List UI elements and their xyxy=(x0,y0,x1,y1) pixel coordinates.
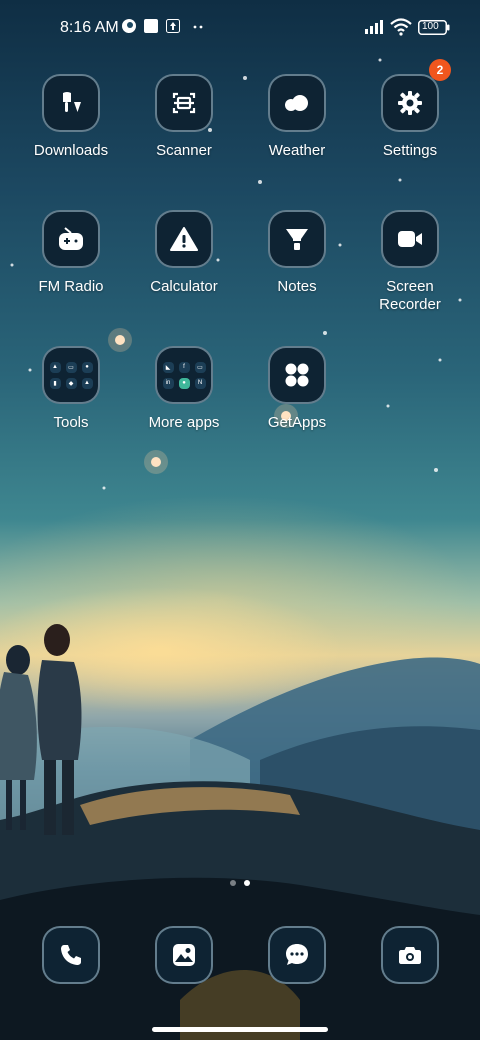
mini-app-icon: ◣ xyxy=(162,361,174,373)
battery-level: 100 xyxy=(422,21,439,32)
download-icon xyxy=(42,74,100,132)
mini-app-icon: ▲ xyxy=(49,361,61,373)
app-downloads[interactable]: Downloads xyxy=(16,74,126,160)
radio-icon xyxy=(42,210,100,268)
phone-icon xyxy=(42,926,100,984)
app-label: Weather xyxy=(268,142,326,159)
battery-icon: 100 xyxy=(418,20,450,40)
folder-icon: ▲ ▭ ● ▮ ◆ ▲ xyxy=(42,346,100,404)
page-dot-active[interactable] xyxy=(244,880,250,886)
clock: 8:16 AM xyxy=(60,19,119,36)
scanner-icon xyxy=(155,74,213,132)
notification-icon xyxy=(122,19,136,38)
app-label: Settings xyxy=(382,142,438,159)
app-calculator[interactable]: Calculator xyxy=(129,210,239,296)
app-screen-recorder[interactable]: Screen Recorder xyxy=(355,210,465,314)
app-label: Scanner xyxy=(156,142,212,159)
mini-app-icon: ● xyxy=(81,361,93,373)
getapps-icon xyxy=(268,346,326,404)
page-dot[interactable] xyxy=(230,880,236,886)
app-label: FM Radio xyxy=(38,278,104,295)
gear-icon xyxy=(381,74,439,132)
dock-phone[interactable] xyxy=(16,926,126,984)
wifi-icon xyxy=(390,18,412,41)
gallery-icon xyxy=(155,926,213,984)
app-label: GetApps xyxy=(267,414,327,431)
video-icon xyxy=(381,210,439,268)
app-label: Screen Recorder xyxy=(379,278,441,313)
folder-icon: ◣ f ▭ in ● N xyxy=(155,346,213,404)
dock-messages[interactable] xyxy=(242,926,352,984)
camera-icon xyxy=(381,926,439,984)
square-icon xyxy=(144,19,158,38)
app-label: Notes xyxy=(277,278,317,295)
app-label: More apps xyxy=(148,414,220,431)
app-settings[interactable]: 2 Settings xyxy=(355,59,465,160)
app-scanner[interactable]: Scanner xyxy=(129,74,239,160)
more-dots-icon xyxy=(192,20,204,38)
mini-app-icon: ▲ xyxy=(81,377,93,389)
upload-icon xyxy=(166,19,180,38)
app-label: Tools xyxy=(53,414,89,431)
mini-app-icon: ● xyxy=(178,377,190,389)
app-getapps[interactable]: GetApps xyxy=(242,346,352,432)
folder-more-apps[interactable]: ◣ f ▭ in ● N More apps xyxy=(129,346,239,432)
app-weather[interactable]: Weather xyxy=(242,74,352,160)
mini-app-icon: in xyxy=(162,377,174,389)
mini-app-icon: ◆ xyxy=(65,377,77,389)
status-bar: 8:16 AM 100 xyxy=(0,0,480,56)
message-icon xyxy=(268,926,326,984)
app-notes[interactable]: Notes xyxy=(242,210,352,296)
mini-app-icon: ▮ xyxy=(49,377,61,389)
mini-app-icon: N xyxy=(194,377,206,389)
app-label: Calculator xyxy=(150,278,218,295)
app-fm-radio[interactable]: FM Radio xyxy=(16,210,126,296)
mini-app-icon: ▭ xyxy=(194,361,206,373)
app-label: Downloads xyxy=(33,142,109,159)
cloud-icon xyxy=(268,74,326,132)
folder-tools[interactable]: ▲ ▭ ● ▮ ◆ ▲ Tools xyxy=(16,346,126,432)
calculator-icon xyxy=(155,210,213,268)
dock-camera[interactable] xyxy=(355,926,465,984)
home-indicator[interactable] xyxy=(152,1027,328,1032)
signal-icon xyxy=(364,19,386,40)
dock-gallery[interactable] xyxy=(129,926,239,984)
notification-badge: 2 xyxy=(429,59,451,81)
page-indicator xyxy=(0,880,480,886)
notes-icon xyxy=(268,210,326,268)
mini-app-icon: ▭ xyxy=(65,361,77,373)
mini-app-icon: f xyxy=(178,361,190,373)
